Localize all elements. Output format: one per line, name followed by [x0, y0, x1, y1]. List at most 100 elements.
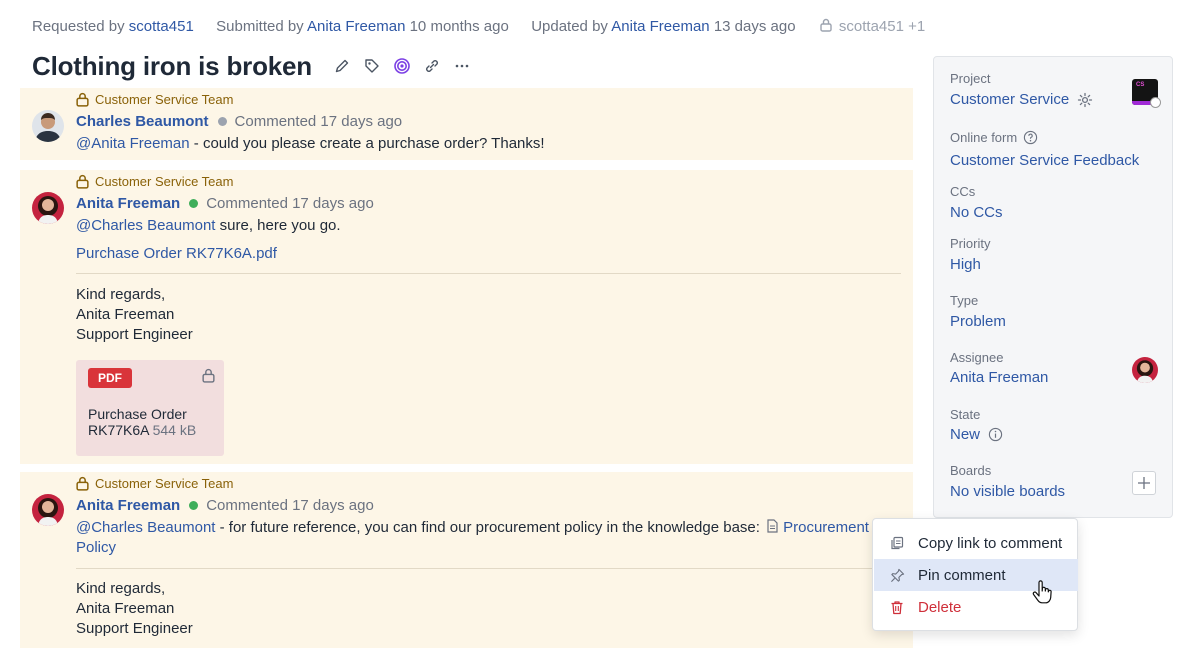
comment-author[interactable]: Charles Beaumont — [76, 113, 209, 130]
comment-time: Commented 17 days ago — [234, 113, 403, 130]
presence-dot — [189, 199, 199, 208]
restricted-users[interactable]: scotta451 +1 — [820, 18, 926, 35]
gear-icon[interactable] — [1077, 92, 1093, 108]
comment-body-cont: Policy — [76, 539, 116, 556]
add-board-button[interactable] — [1132, 471, 1156, 495]
ticket-meta: Requested by scotta451 Submitted by Anit… — [32, 18, 925, 35]
lock-icon — [820, 18, 832, 32]
project-thumb-text: CS — [1136, 82, 1145, 88]
type-label: Type — [950, 293, 979, 308]
kb-article-link-cont[interactable]: Policy — [76, 539, 116, 556]
pdf-attachment-card[interactable]: PDF Purchase Order RK77K6A 544 kB — [76, 360, 224, 456]
project-value[interactable]: Customer Service — [950, 91, 1069, 108]
copy-link-menu-item[interactable]: Copy link to comment — [874, 527, 1078, 559]
more-icon[interactable] — [452, 56, 472, 76]
avatar[interactable] — [32, 110, 64, 142]
comment-text: - could you please create a purchase ord… — [189, 135, 545, 152]
presence-dot — [189, 501, 199, 510]
avatar[interactable] — [32, 192, 64, 224]
updater-link[interactable]: Anita Freeman — [611, 18, 709, 35]
pdf-file-info: Purchase Order RK77K6A 544 kB — [88, 406, 216, 438]
state-label: State — [950, 407, 981, 422]
form-label: Online form — [950, 130, 1018, 145]
priority-label: Priority — [950, 236, 991, 251]
trash-icon — [889, 599, 905, 615]
ccs-value[interactable]: No CCs — [950, 204, 1003, 221]
kb-article-link[interactable]: Procurement — [783, 519, 869, 536]
assignee-value[interactable]: Anita Freeman — [950, 369, 1048, 386]
assignee-avatar — [1132, 357, 1158, 383]
menu-item-label: Delete — [918, 598, 962, 616]
spiral-icon[interactable] — [392, 56, 412, 76]
boards-value[interactable]: No visible boards — [950, 483, 1065, 500]
comment-item: Customer Service Team Anita Freeman Comm… — [20, 170, 913, 464]
attachment-link-row: Purchase Order RK77K6A.pdf — [76, 245, 277, 262]
mention-link[interactable]: @Charles Beaumont — [76, 519, 215, 536]
comment-context-menu: Copy link to comment Pin comment Delete — [872, 518, 1078, 631]
signature-line: Kind regards, — [76, 286, 166, 303]
boards-label: Boards — [950, 463, 992, 478]
info-icon[interactable] — [988, 427, 1003, 442]
pdf-file-size: 544 kB — [152, 422, 197, 438]
signature-line: Kind regards, — [76, 580, 166, 597]
submitted-by-label: Submitted by — [216, 18, 304, 35]
avatar[interactable] — [32, 494, 64, 526]
pin-icon — [889, 567, 905, 583]
signature-line: Anita Freeman — [76, 306, 175, 323]
type-value[interactable]: Problem — [950, 313, 1006, 330]
comment-body: @Charles Beaumont sure, here you go. — [76, 217, 341, 234]
team-label: Customer Service Team — [95, 92, 234, 107]
edit-icon[interactable] — [332, 56, 352, 76]
title-actions — [332, 56, 472, 76]
title-row: Clothing iron is broken — [32, 48, 472, 84]
submitter-link[interactable]: Anita Freeman — [307, 18, 405, 35]
project-thumbnail: CS — [1132, 79, 1161, 108]
signature-line: Support Engineer — [76, 620, 193, 637]
lock-icon — [202, 368, 215, 383]
form-value[interactable]: Customer Service Feedback — [950, 152, 1139, 169]
project-field[interactable]: Customer Service — [950, 91, 1093, 108]
restricted-users-text: scotta451 +1 — [838, 18, 926, 35]
project-label: Project — [950, 71, 991, 86]
submitted-time: 10 months ago — [409, 18, 509, 35]
ccs-label: CCs — [950, 184, 976, 199]
menu-item-label: Pin comment — [918, 566, 1006, 584]
help-icon[interactable] — [1023, 130, 1038, 145]
mention-link[interactable]: @Anita Freeman — [76, 135, 190, 152]
pdf-badge: PDF — [88, 368, 132, 388]
form-label-row: Online form — [950, 130, 1038, 145]
comment-author[interactable]: Anita Freeman — [76, 195, 180, 212]
comment-header: Anita Freeman Commented 17 days ago — [76, 195, 374, 212]
gear-icon — [1150, 97, 1161, 108]
comment-visibility: Customer Service Team — [76, 174, 233, 189]
requester-link[interactable]: scotta451 — [129, 18, 194, 35]
comment-header: Anita Freeman Commented 17 days ago — [76, 497, 374, 514]
divider — [76, 568, 901, 569]
comment-header: Charles Beaumont Commented 17 days ago — [76, 113, 402, 130]
comment-item: Customer Service Team Charles Beaumont C… — [20, 88, 913, 160]
comment-time: Commented 17 days ago — [206, 497, 374, 514]
presence-dot — [217, 117, 227, 126]
priority-value[interactable]: High — [950, 256, 981, 273]
menu-item-label: Copy link to comment — [918, 534, 1063, 552]
link-icon[interactable] — [422, 56, 442, 76]
updated-time: 13 days ago — [713, 18, 796, 35]
comment-author[interactable]: Anita Freeman — [76, 497, 180, 514]
signature-line: Anita Freeman — [76, 600, 175, 617]
team-label: Customer Service Team — [95, 174, 234, 189]
plus-icon — [1138, 477, 1150, 489]
state-field[interactable]: New — [950, 426, 1003, 443]
comment-text: - for future reference, you can find our… — [215, 519, 765, 536]
lock-icon — [76, 174, 89, 189]
team-label: Customer Service Team — [95, 476, 234, 491]
ticket-title: Clothing iron is broken — [32, 50, 312, 81]
divider — [76, 273, 901, 274]
tag-icon[interactable] — [362, 56, 382, 76]
lock-icon — [76, 92, 89, 107]
comment-item: Customer Service Team Anita Freeman Comm… — [20, 472, 913, 648]
state-value[interactable]: New — [950, 426, 980, 443]
mention-link[interactable]: @Charles Beaumont — [76, 217, 215, 234]
lock-icon — [76, 476, 89, 491]
attachment-link[interactable]: Purchase Order RK77K6A.pdf — [76, 245, 277, 262]
requested-by-label: Requested by — [32, 18, 125, 35]
